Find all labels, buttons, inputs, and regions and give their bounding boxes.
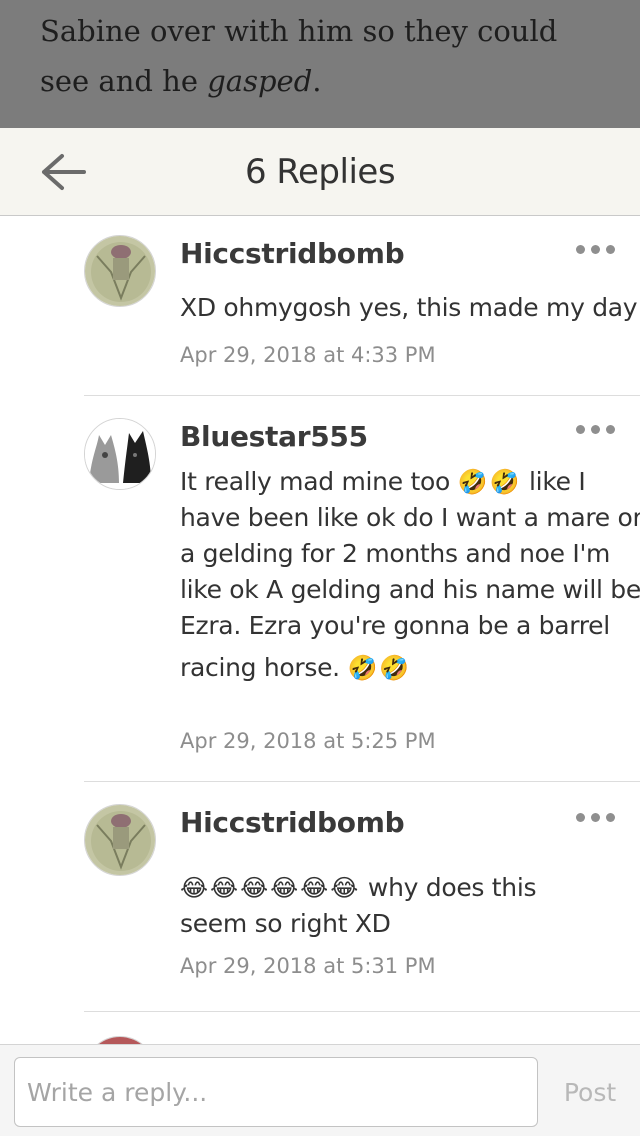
avatar-image — [85, 805, 155, 875]
reply-text-segment: why does this — [367, 873, 537, 902]
timestamp: Apr 29, 2018 at 5:25 PM — [180, 729, 436, 753]
more-options-button[interactable] — [576, 807, 616, 827]
timestamp: Apr 29, 2018 at 5:31 PM — [180, 954, 436, 978]
reply-input[interactable] — [14, 1057, 538, 1127]
avatar-image — [85, 419, 155, 489]
post-button[interactable]: Post — [556, 1057, 624, 1127]
more-options-button[interactable] — [576, 239, 616, 259]
rofl-emoji: 🤣🤣 — [347, 654, 412, 682]
dot-icon — [591, 245, 600, 254]
joy-emoji: 😂😂😂😂😂😂 — [180, 874, 361, 902]
reply-thread: Hiccstridbomb XD ohmygosh yes, this made… — [0, 217, 640, 1108]
reply-text-line: like ok A gelding and his name will be — [180, 575, 640, 604]
username[interactable]: Hiccstridbomb — [180, 806, 405, 839]
reply-text-line: XD ohmygosh yes, this made my day — [180, 293, 638, 322]
reply-text-line: racing horse. 🤣🤣 — [180, 644, 620, 692]
reply-text-line: Ezra. Ezra you're gonna be a barrel — [180, 611, 610, 640]
page-title: 6 Replies — [244, 152, 396, 192]
story-line-2-end: . — [312, 64, 322, 98]
username[interactable]: Bluestar555 — [180, 420, 368, 453]
more-options-button[interactable] — [576, 419, 616, 439]
arrow-left-icon — [42, 154, 86, 190]
dot-icon — [606, 245, 615, 254]
reply-text-line: 😂😂😂😂😂😂 why does this — [180, 870, 620, 906]
reply-text-line: It really mad mine too 🤣🤣 like I — [180, 464, 620, 500]
back-button[interactable] — [38, 152, 88, 192]
reply-composer: Post — [0, 1044, 640, 1136]
reply-text-segment: racing horse. — [180, 653, 340, 682]
reply-item: Hiccstridbomb 😂😂😂😂😂😂 why does this seem … — [84, 782, 640, 1012]
avatar-image — [85, 236, 155, 306]
reply-text-segment: like I — [529, 467, 586, 496]
timestamp: Apr 29, 2018 at 4:33 PM — [180, 343, 436, 367]
avatar[interactable] — [84, 235, 156, 307]
dot-icon — [576, 245, 585, 254]
dot-icon — [591, 425, 600, 434]
reply-text-line: seem so right XD — [180, 909, 391, 938]
reply-item: Hiccstridbomb XD ohmygosh yes, this made… — [84, 217, 640, 396]
story-line-2-start: see and he — [40, 64, 208, 98]
story-text-background: Sabine over with him so they could see a… — [0, 0, 640, 128]
story-line-2-emphasis: gasped — [207, 64, 313, 98]
rofl-emoji: 🤣🤣 — [457, 468, 522, 496]
avatar[interactable] — [84, 418, 156, 490]
reply-text-line: a gelding for 2 months and noe I'm — [180, 539, 611, 568]
dot-icon — [606, 813, 615, 822]
reply-text: It really mad mine too 🤣🤣 like I have be… — [180, 464, 640, 692]
username[interactable]: Hiccstridbomb — [180, 237, 405, 270]
replies-header: 6 Replies — [0, 128, 640, 216]
dot-icon — [576, 813, 585, 822]
dot-icon — [591, 813, 600, 822]
dot-icon — [576, 425, 585, 434]
avatar[interactable] — [84, 804, 156, 876]
story-line-2: see and he gasped. — [40, 56, 600, 106]
reply-text: XD ohmygosh yes, this made my day — [180, 290, 638, 326]
reply-text-line: have been like ok do I want a mare or — [180, 503, 640, 532]
reply-text: 😂😂😂😂😂😂 why does this seem so right XD — [180, 870, 620, 942]
reply-item: Bluestar555 It really mad mine too 🤣🤣 li… — [84, 396, 640, 782]
reply-text-segment: It really mad mine too — [180, 467, 450, 496]
story-line-1: Sabine over with him so they could — [40, 14, 558, 48]
dot-icon — [606, 425, 615, 434]
